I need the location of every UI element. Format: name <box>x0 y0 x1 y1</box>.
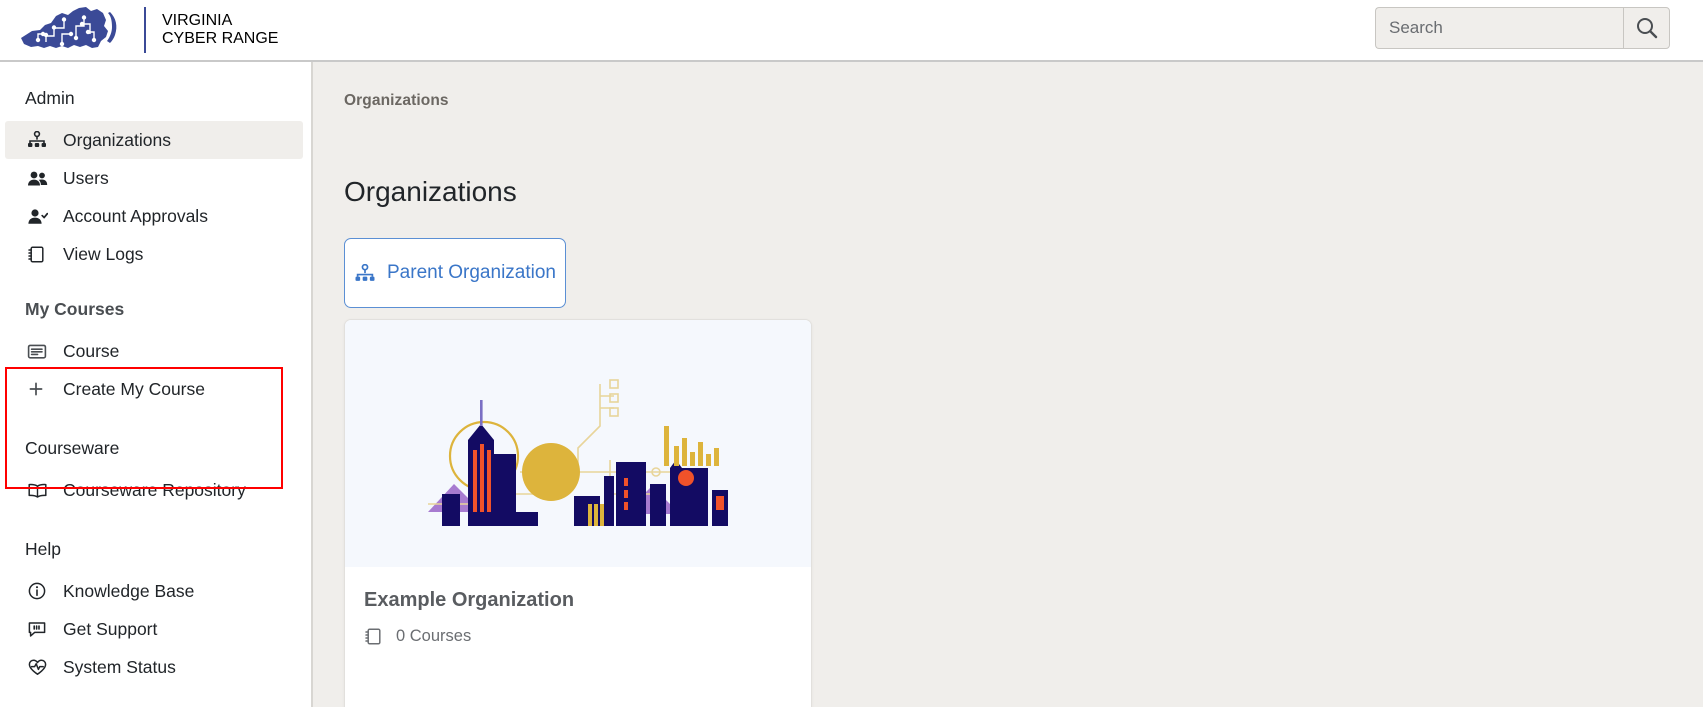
parent-organization-button-label: Parent Organization <box>387 262 556 283</box>
organization-card-title: Example Organization <box>364 589 575 611</box>
sidebar-item-account-approvals[interactable]: Account Approvals <box>5 197 303 235</box>
sidebar: Admin Organizations Users Account Approv… <box>0 62 313 707</box>
sidebar-item-knowledge-base[interactable]: Knowledge Base <box>5 572 303 610</box>
brand-wordmark-line1: VIRGINIA <box>162 12 233 29</box>
page-root: VIRGINIA CYBER RANGE Admin <box>0 0 1703 707</box>
organization-card-image <box>345 320 811 567</box>
city-skyline-illustration <box>428 378 728 526</box>
sidebar-item-course[interactable]: Course <box>5 332 303 370</box>
search-group <box>1375 7 1670 49</box>
organization-card[interactable]: Example Organization 0 Courses <box>344 319 812 707</box>
sidebar-item-label: Courseware Repository <box>63 479 246 500</box>
sidebar-item-create-my-course[interactable]: Create My Course <box>5 370 303 408</box>
notebook-icon <box>27 243 53 265</box>
sidebar-item-label: Create My Course <box>63 378 205 399</box>
org-chart-icon <box>354 263 376 283</box>
book-open-icon <box>27 479 53 501</box>
org-chart-icon <box>27 129 53 151</box>
sidebar-item-users[interactable]: Users <box>5 159 303 197</box>
course-card-icon <box>27 340 53 362</box>
sidebar-item-view-logs[interactable]: View Logs <box>5 235 303 273</box>
search-button[interactable] <box>1623 7 1670 49</box>
plus-icon <box>27 378 53 400</box>
page-title: Organizations <box>344 175 517 207</box>
sidebar-item-get-support[interactable]: Get Support <box>5 610 303 648</box>
info-circle-icon <box>27 580 53 602</box>
brand-wordmark: VIRGINIA CYBER RANGE <box>162 12 278 48</box>
user-check-icon <box>27 205 53 227</box>
organization-card-course-count-label: 0 Courses <box>396 627 472 645</box>
chat-bubble-icon <box>27 618 53 640</box>
sidebar-item-courseware-repository[interactable]: Courseware Repository <box>5 471 303 509</box>
parent-organization-button[interactable]: Parent Organization <box>344 238 566 308</box>
sidebar-item-label: Course <box>63 340 120 361</box>
sidebar-item-label: Get Support <box>63 618 158 639</box>
brand-logo[interactable]: VIRGINIA CYBER RANGE <box>18 0 278 60</box>
sidebar-heading-help: Help <box>25 539 61 559</box>
sidebar-item-system-status[interactable]: System Status <box>5 648 303 686</box>
sidebar-item-label: Knowledge Base <box>63 580 195 601</box>
sidebar-heading-courseware: Courseware <box>25 438 120 458</box>
main-content: Organizations Organizations Parent Organ… <box>313 62 1703 707</box>
sidebar-item-label: Users <box>63 167 109 188</box>
organization-card-body: Example Organization 0 Courses <box>345 567 811 646</box>
sidebar-heading-admin: Admin <box>25 88 75 108</box>
brand-wordmark-line2: CYBER RANGE <box>162 30 279 47</box>
heart-pulse-icon <box>27 656 53 678</box>
sidebar-item-label: View Logs <box>63 243 144 264</box>
app-header: VIRGINIA CYBER RANGE <box>0 0 1703 62</box>
logo-divider <box>144 7 146 53</box>
search-icon <box>1636 18 1657 39</box>
sidebar-item-organizations[interactable]: Organizations <box>5 121 303 159</box>
sidebar-heading-my-courses: My Courses <box>25 299 125 319</box>
virginia-state-outline-circuit-icon <box>21 7 117 48</box>
sidebar-item-label: System Status <box>63 656 176 677</box>
sidebar-item-label: Account Approvals <box>63 205 208 226</box>
users-icon <box>27 167 53 189</box>
organization-card-course-count: 0 Courses <box>364 627 811 646</box>
sidebar-item-label: Organizations <box>63 129 171 150</box>
search-input[interactable] <box>1375 7 1623 49</box>
notebook-icon <box>364 627 383 646</box>
breadcrumb[interactable]: Organizations <box>344 92 449 110</box>
